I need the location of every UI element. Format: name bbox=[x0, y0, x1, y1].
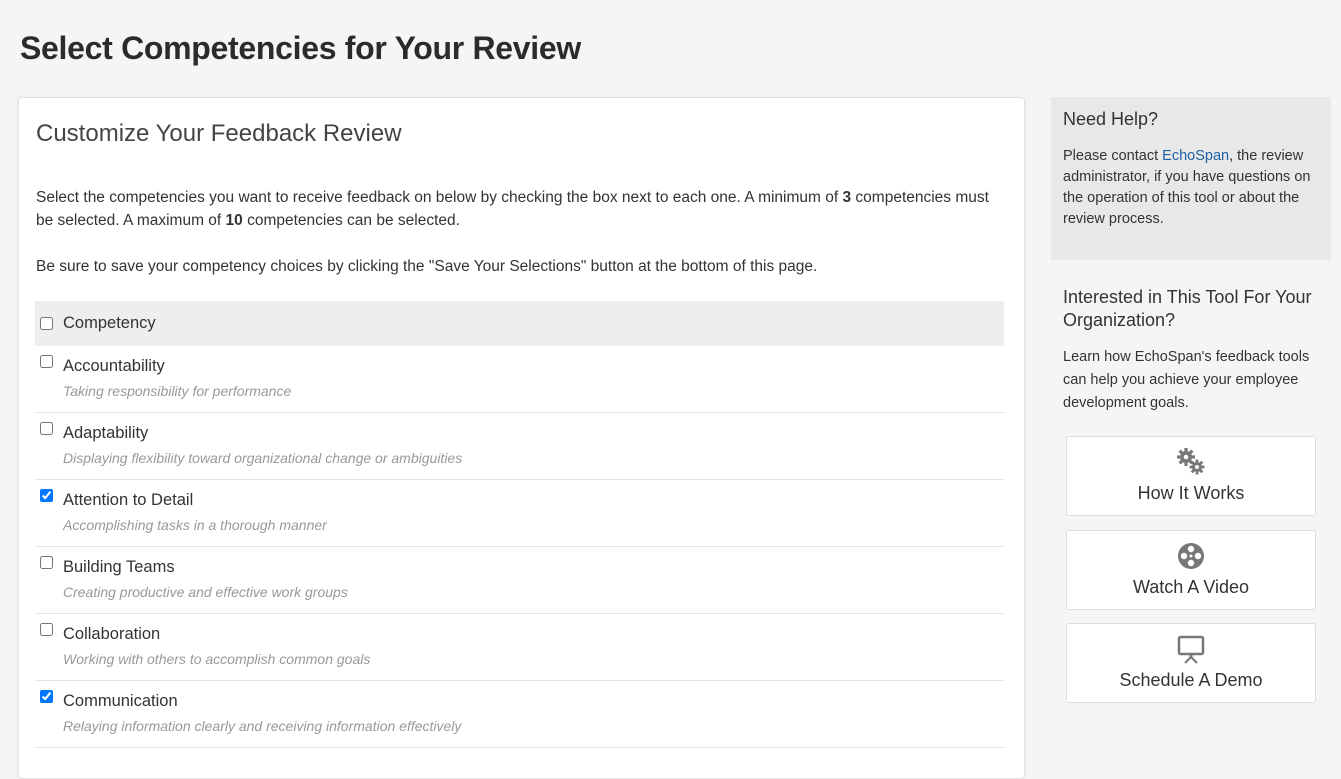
competency-card: Customize Your Feedback Review Select th… bbox=[18, 97, 1025, 779]
competency-row: Adaptability Displaying flexibility towa… bbox=[35, 413, 1004, 480]
table-header: Competency bbox=[35, 301, 1004, 346]
competency-name: Accountability bbox=[63, 357, 165, 375]
competency-description: Accomplishing tasks in a thorough manner bbox=[63, 517, 327, 533]
schedule-demo-button[interactable]: Schedule A Demo bbox=[1066, 623, 1316, 703]
max-count: 10 bbox=[225, 212, 243, 229]
select-all-checkbox[interactable] bbox=[40, 317, 53, 330]
competency-description: Relaying information clearly and receivi… bbox=[63, 718, 462, 734]
help-box: Need Help? Please contact EchoSpan, the … bbox=[1051, 97, 1331, 260]
film-reel-icon bbox=[1176, 541, 1206, 576]
page-title: Select Competencies for Your Review bbox=[20, 30, 581, 66]
competency-name: Communication bbox=[63, 692, 178, 710]
watch-video-button[interactable]: Watch A Video bbox=[1066, 530, 1316, 610]
gears-icon bbox=[1176, 447, 1206, 482]
competency-name: Building Teams bbox=[63, 558, 175, 576]
competency-description: Creating productive and effective work g… bbox=[63, 584, 348, 600]
competency-row: Collaboration Working with others to acc… bbox=[35, 614, 1004, 681]
competency-row: Accountability Taking responsibility for… bbox=[35, 346, 1004, 413]
competency-checkbox[interactable] bbox=[40, 690, 53, 703]
promo-text: Learn how EchoSpan's feedback tools can … bbox=[1063, 349, 1310, 411]
promo-section: Interested in This Tool For Your Organiz… bbox=[1063, 286, 1323, 415]
competency-description: Working with others to accomplish common… bbox=[63, 651, 371, 667]
save-note: Be sure to save your competency choices … bbox=[36, 258, 818, 275]
competency-checkbox[interactable] bbox=[40, 422, 53, 435]
min-count: 3 bbox=[842, 189, 852, 206]
card-title: Customize Your Feedback Review bbox=[36, 120, 402, 147]
competency-description: Taking responsibility for performance bbox=[63, 383, 292, 399]
competency-name: Attention to Detail bbox=[63, 491, 194, 509]
competency-checkbox[interactable] bbox=[40, 355, 53, 368]
header-label: Competency bbox=[63, 314, 156, 332]
how-it-works-button[interactable]: How It Works bbox=[1066, 436, 1316, 516]
competency-name: Adaptability bbox=[63, 424, 149, 442]
schedule-demo-label: Schedule A Demo bbox=[1119, 670, 1263, 690]
competency-row: Communication Relaying information clear… bbox=[35, 681, 1004, 748]
intro-text: Select the competencies you want to rece… bbox=[36, 186, 1001, 278]
watch-video-label: Watch A Video bbox=[1132, 577, 1250, 597]
competency-description: Displaying flexibility toward organizati… bbox=[63, 450, 463, 466]
help-title: Need Help? bbox=[1063, 109, 1159, 129]
competency-table: Competency Accountability Taking respons… bbox=[35, 301, 1004, 748]
how-it-works-label: How It Works bbox=[1137, 483, 1245, 503]
competency-row: Building Teams Creating productive and e… bbox=[35, 547, 1004, 614]
competency-checkbox[interactable] bbox=[40, 489, 53, 502]
competency-checkbox[interactable] bbox=[40, 556, 53, 569]
help-text: Please contact EchoSpan, the review admi… bbox=[1063, 148, 1311, 227]
intro-instructions: Select the competencies you want to rece… bbox=[36, 189, 989, 229]
presentation-screen-icon bbox=[1176, 634, 1206, 669]
promo-title: Interested in This Tool For Your Organiz… bbox=[1063, 287, 1312, 330]
competency-row: Attention to Detail Accomplishing tasks … bbox=[35, 480, 1004, 547]
echospan-link[interactable]: EchoSpan bbox=[1162, 148, 1229, 164]
competency-checkbox[interactable] bbox=[40, 623, 53, 636]
competency-name: Collaboration bbox=[63, 625, 161, 643]
